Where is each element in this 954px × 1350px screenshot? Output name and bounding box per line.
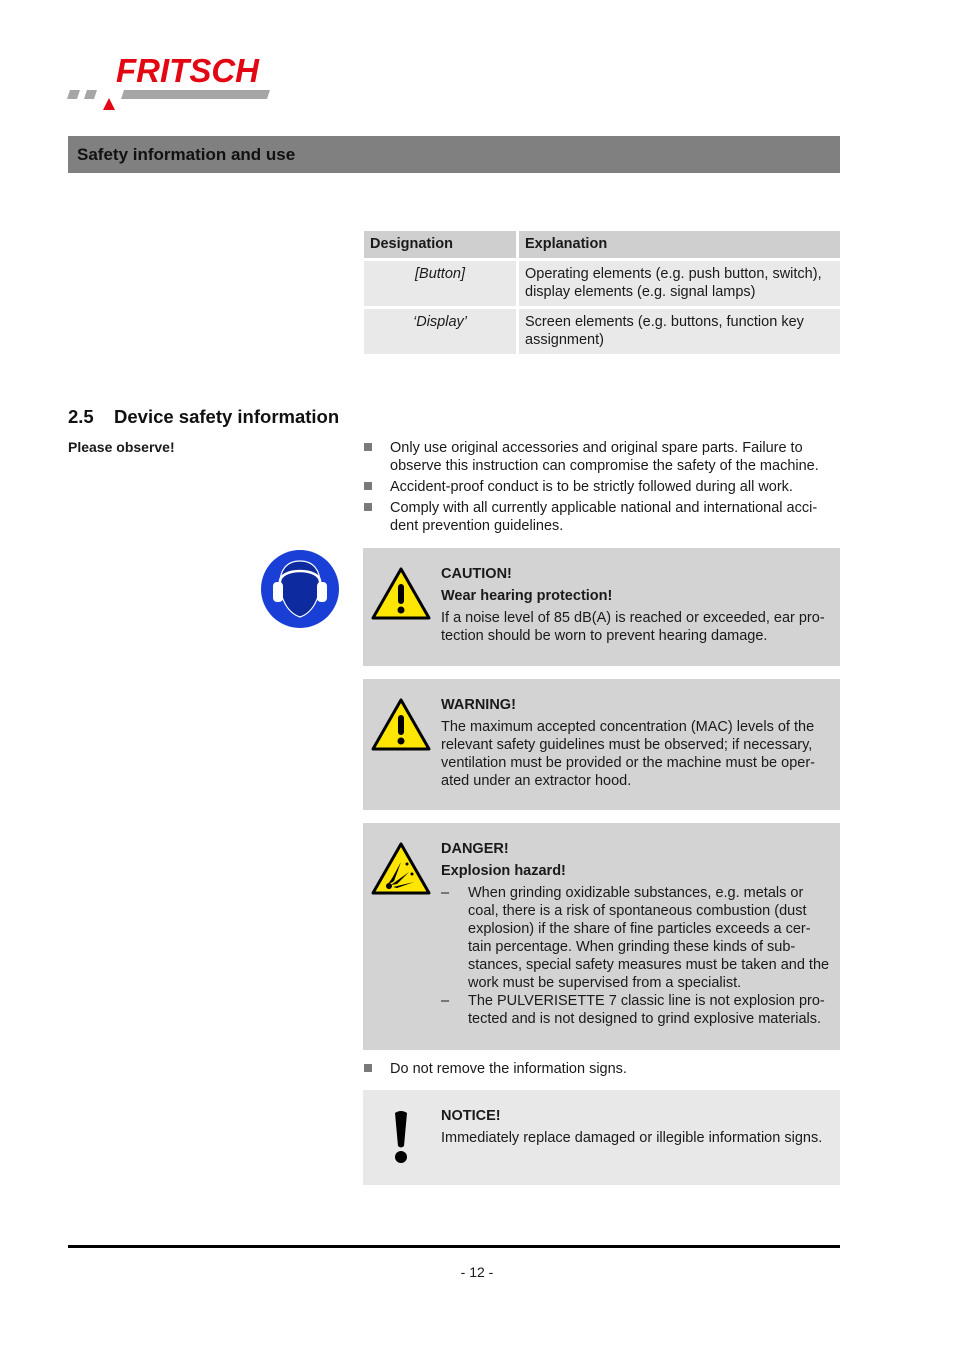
table-cell-designation: ‘Display’: [364, 309, 516, 354]
list-item: – When grinding oxidizable substances, e.…: [441, 885, 830, 991]
warning-triangle-icon: [371, 698, 431, 751]
logo-triangle: [103, 98, 115, 110]
notice-box: NOTICE! Immediately replace damaged or i…: [363, 1090, 840, 1185]
section-title: Safety information and use: [77, 144, 296, 164]
warning-box: WARNING! The maximum accepted concentrat…: [363, 679, 840, 810]
section-heading: 2.5 Device safety information: [68, 406, 339, 428]
logo-wordmark: FRITSCH: [116, 52, 260, 89]
exclamation-icon: [395, 1111, 407, 1163]
designation-table: Designation Explanation [Button] Operati…: [364, 228, 840, 357]
logo-bar-segment-2: [84, 90, 97, 99]
signal-word: WARNING!: [441, 697, 516, 713]
hazard-subtitle: Explosion hazard!: [441, 863, 566, 879]
table-row: ‘Display’ Screen elements (e.g. buttons,…: [364, 309, 840, 354]
list-item: – The PULVERISETTE 7 classic line is not …: [441, 993, 825, 1027]
table-cell-explanation: Screen elements (e.g. buttons, function …: [519, 309, 840, 354]
list-item: Do not remove the information signs.: [363, 1060, 841, 1078]
table-header-explanation: Explanation: [519, 231, 840, 258]
hearing-protection-icon: [259, 548, 341, 630]
square-bullet-icon: [364, 1064, 372, 1072]
table-cell-designation: [Button]: [364, 261, 516, 306]
warning-triangle-icon: [371, 567, 431, 620]
list-item: Comply with all currently applicable nat…: [363, 499, 841, 535]
list-item: Accident-proof conduct is to be strictly…: [363, 478, 841, 496]
table-cell-explanation: Operating elements (e.g. push button, sw…: [519, 261, 840, 306]
fritsch-logo: FRITSCH: [67, 52, 270, 110]
table-header-row: Designation Explanation: [364, 231, 840, 258]
square-bullet-icon: [364, 443, 372, 451]
section-number: 2.5: [68, 406, 94, 427]
signal-word: DANGER!: [441, 841, 509, 857]
list-item: Only use original accessories and origin…: [363, 439, 841, 475]
hazard-text: Immediately replace damaged or illegible…: [441, 1130, 823, 1146]
hazard-subtitle: Wear hearing protection!: [441, 588, 613, 604]
square-bullet-icon: [364, 482, 372, 490]
section-heading-title: Device safety information: [114, 406, 340, 427]
page-number: - 12 -: [460, 1264, 494, 1280]
section-header-bar: Safety information and use: [68, 136, 840, 173]
side-label: Please observe!: [68, 439, 175, 455]
logo-bar-main: [121, 90, 270, 99]
logo-bar-segment-1: [67, 90, 80, 99]
signal-word: CAUTION!: [441, 566, 512, 582]
bullet-list: Only use original accessories and origin…: [363, 439, 841, 538]
signal-word: NOTICE!: [441, 1108, 501, 1124]
hazard-text: If a noise level of 85 dB(A) is reached …: [441, 610, 825, 644]
hazard-text: The maximum accepted concentration (MAC)…: [441, 719, 815, 789]
bullet-list: Do not remove the information signs.: [363, 1060, 841, 1081]
table-header-designation: Designation: [364, 231, 516, 258]
danger-box: DANGER! Explosion hazard! – When grinding…: [363, 823, 840, 1050]
footer-rule: [68, 1245, 840, 1248]
square-bullet-icon: [364, 503, 372, 511]
caution-box: CAUTION! Wear hearing protection! If a n…: [363, 548, 840, 666]
table-row: [Button] Operating elements (e.g. push b…: [364, 261, 840, 306]
explosion-hazard-icon: [371, 842, 431, 895]
